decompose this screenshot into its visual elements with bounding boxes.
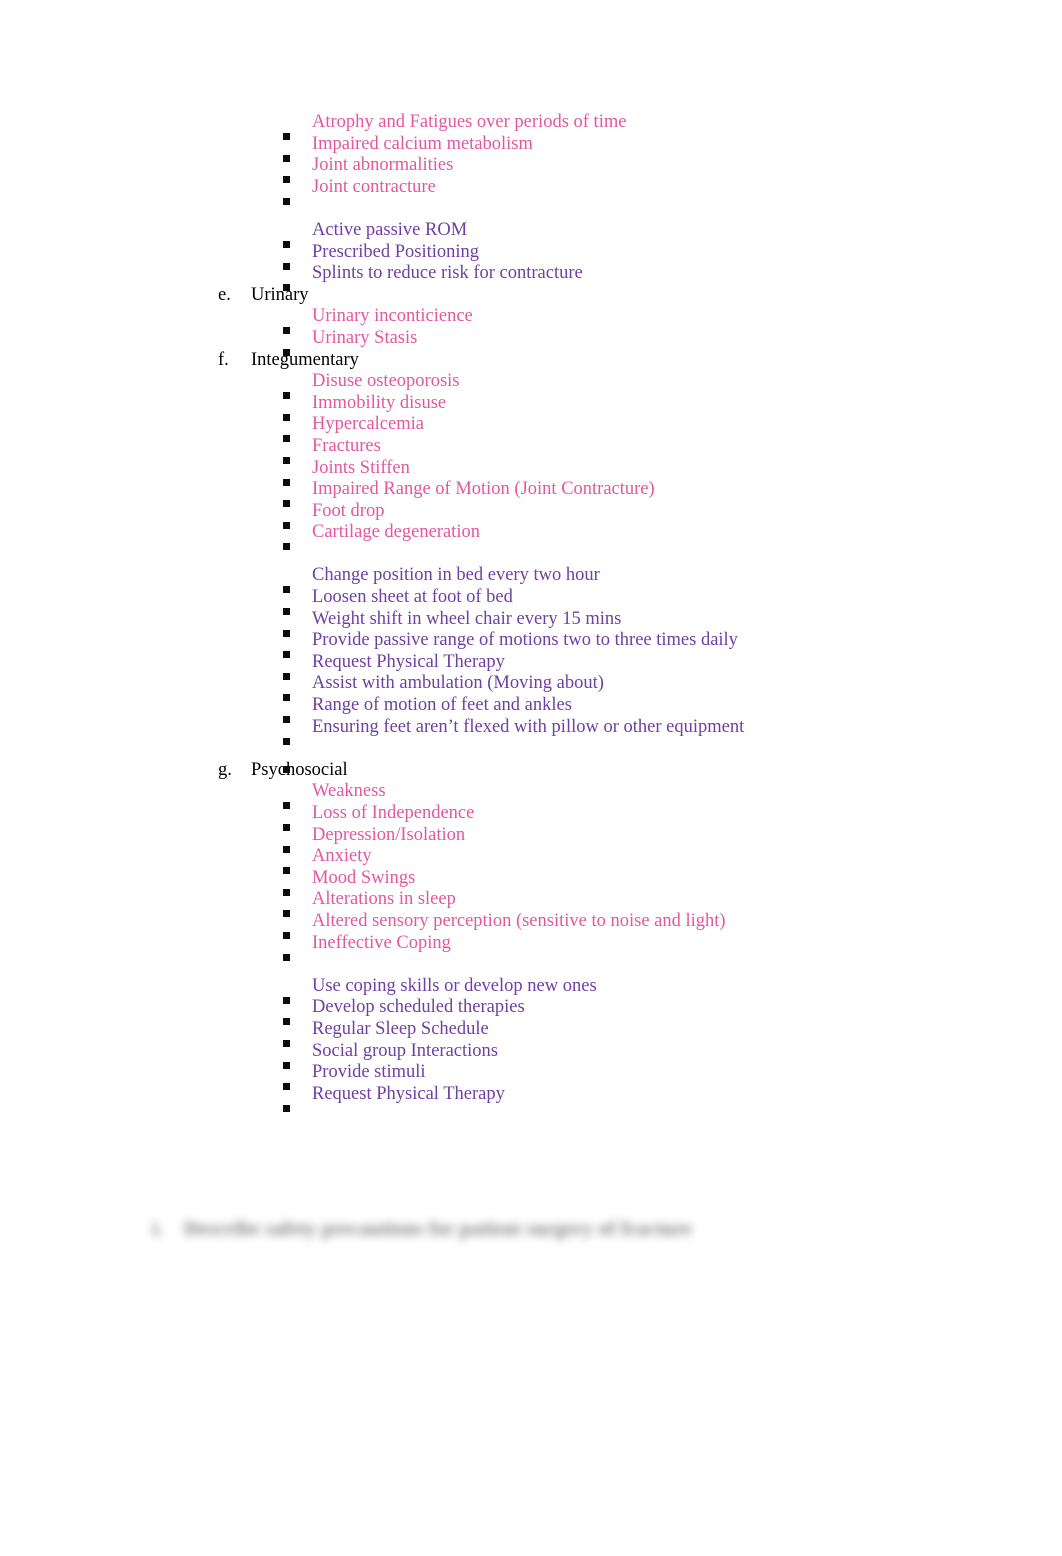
outline-heading-label: Urinary xyxy=(251,284,309,305)
list-item-text: Weakness xyxy=(312,781,386,802)
list-item: Depression/Isolation xyxy=(0,824,1062,853)
list-item-text: Change position in bed every two hour xyxy=(312,565,600,586)
list-item-text: Regular Sleep Schedule xyxy=(312,1018,489,1039)
list-item-text: Loss of Independence xyxy=(312,803,475,823)
list-marker: f. xyxy=(218,349,229,370)
outline-heading-integumentary: f. Integumentary xyxy=(0,350,1062,372)
list-item-text: Disuse osteoporosis xyxy=(312,371,460,392)
obscured-heading-text: Describe safety precautions for patient … xyxy=(184,1218,692,1240)
list-item-text: Altered sensory perception (sensitive to… xyxy=(312,910,726,931)
list-item-text: Immobility disuse xyxy=(312,392,447,413)
list-item-text xyxy=(312,738,1062,760)
list-item-text: Anxiety xyxy=(312,846,372,867)
list-item: Change position in bed every two hour xyxy=(0,565,1062,594)
list-item: Develop scheduled therapies xyxy=(0,997,1062,1026)
list-item-text: Request Physical Therapy xyxy=(312,1083,505,1104)
list-item: Joints Stiffen xyxy=(0,457,1062,486)
list-item: Prescribed Positioning xyxy=(0,241,1062,270)
obscured-list-marker: i. xyxy=(152,1218,163,1240)
list-item-text: Hypercalcemia xyxy=(312,414,424,435)
list-item: Joint contracture xyxy=(0,176,1062,205)
list-item-text: Impaired Range of Motion (Joint Contract… xyxy=(312,479,655,500)
list-item-text: Provide stimuli xyxy=(312,1062,426,1083)
list-item-text: Loosen sheet at foot of bed xyxy=(312,587,513,608)
list-item: Loss of Independence xyxy=(0,803,1062,831)
list-item: Request Physical Therapy xyxy=(0,651,1062,680)
list-item: Hypercalcemia xyxy=(0,414,1062,443)
outline-content: Atrophy and Fatigues over periods of tim… xyxy=(0,112,1062,1112)
list-item-text: Social group Interactions xyxy=(312,1040,498,1061)
list-item: Disuse osteoporosis xyxy=(0,371,1062,400)
obscured-heading: i. Describe safety precautions for patie… xyxy=(0,1218,1062,1241)
list-item-text: Joint abnormalities xyxy=(312,155,454,176)
list-item: Range of motion of feet and ankles xyxy=(0,695,1062,724)
list-item-text: Provide passive range of motions two to … xyxy=(312,630,738,651)
list-item-text: Weight shift in wheel chair every 15 min… xyxy=(312,608,622,629)
list-item: Urinary Stasis xyxy=(0,327,1062,356)
list-item-text: Joint contracture xyxy=(312,176,436,197)
outline-heading-label: Psychosocial xyxy=(251,759,348,780)
list-item-text: Joints Stiffen xyxy=(312,457,410,478)
list-item: Weakness xyxy=(0,781,1062,810)
document-page: Atrophy and Fatigues over periods of tim… xyxy=(0,0,1062,1556)
list-item-text: Use coping skills or develop new ones xyxy=(312,975,597,996)
list-item-text: Mood Swings xyxy=(312,867,416,888)
outline-heading-urinary: e. Urinary xyxy=(0,285,1062,307)
list-item: Fractures xyxy=(0,435,1062,464)
list-item: Loosen sheet at foot of bed xyxy=(0,587,1062,616)
list-item: Impaired Range of Motion (Joint Contract… xyxy=(0,479,1062,508)
list-item: Ineffective Coping xyxy=(0,932,1062,961)
outline-heading-psychosocial: g. Psychosocial xyxy=(0,760,1062,782)
list-marker: e. xyxy=(218,284,231,305)
list-item-text: Splints to reduce risk for contracture xyxy=(312,263,583,284)
list-item: Urinary inconticience xyxy=(0,306,1062,335)
list-item: Splints to reduce risk for contracture xyxy=(0,263,1062,292)
list-item: Request Physical Therapy xyxy=(0,1083,1062,1112)
list-item-text: Develop scheduled therapies xyxy=(312,997,525,1018)
list-item-text: Alterations in sleep xyxy=(312,889,456,910)
list-item-text: Urinary inconticience xyxy=(312,306,473,327)
list-item: Foot drop xyxy=(0,500,1062,529)
outline-heading-label: Integumentary xyxy=(251,349,359,370)
list-item: Altered sensory perception (sensitive to… xyxy=(0,910,1062,939)
list-item-text: Depression/Isolation xyxy=(312,824,466,845)
list-item-text: Prescribed Positioning xyxy=(312,241,480,262)
list-item-text: Impaired calcium metabolism xyxy=(312,133,533,154)
list-item: Anxiety xyxy=(0,846,1062,875)
list-item: Provide stimuli xyxy=(0,1062,1062,1091)
list-item-text: Urinary Stasis xyxy=(312,327,418,348)
list-item: Joint abnormalities xyxy=(0,155,1062,184)
list-item: Provide passive range of motions two to … xyxy=(0,630,1062,659)
list-item: Active passive ROM xyxy=(0,219,1062,248)
list-item-text: Foot drop xyxy=(312,500,385,521)
list-item: Impaired calcium metabolism xyxy=(0,133,1062,162)
obscured-heading-row: i. Describe safety precautions for patie… xyxy=(0,1218,1062,1258)
list-item: Assist with ambulation (Moving about) xyxy=(0,673,1062,702)
list-item-text: Fractures xyxy=(312,435,381,456)
list-item: Regular Sleep Schedule xyxy=(0,1018,1062,1047)
list-item: Atrophy and Fatigues over periods of tim… xyxy=(0,112,1062,140)
list-item-text: Ineffective Coping xyxy=(312,932,451,953)
list-item: Mood Swings xyxy=(0,867,1062,896)
list-item: Weight shift in wheel chair every 15 min… xyxy=(0,608,1062,637)
list-item: Ensuring feet aren’t flexed with pillow … xyxy=(0,716,1062,745)
list-item: Immobility disuse xyxy=(0,392,1062,421)
list-item: Alterations in sleep xyxy=(0,889,1062,918)
list-item-text: Cartilage degeneration xyxy=(312,522,480,543)
list-item: Cartilage degeneration xyxy=(0,522,1062,551)
list-item-text: Request Physical Therapy xyxy=(312,651,505,672)
list-item-text: Atrophy and Fatigues over periods of tim… xyxy=(312,112,627,132)
list-item-text: Ensuring feet aren’t flexed with pillow … xyxy=(312,716,745,737)
list-item xyxy=(0,738,1062,773)
list-item: Use coping skills or develop new ones xyxy=(0,975,1062,1004)
list-item: Social group Interactions xyxy=(0,1040,1062,1069)
list-item-text: Active passive ROM xyxy=(312,219,468,240)
list-item-text: Assist with ambulation (Moving about) xyxy=(312,673,604,694)
list-item-text: Range of motion of feet and ankles xyxy=(312,695,572,716)
list-marker: g. xyxy=(218,759,232,780)
